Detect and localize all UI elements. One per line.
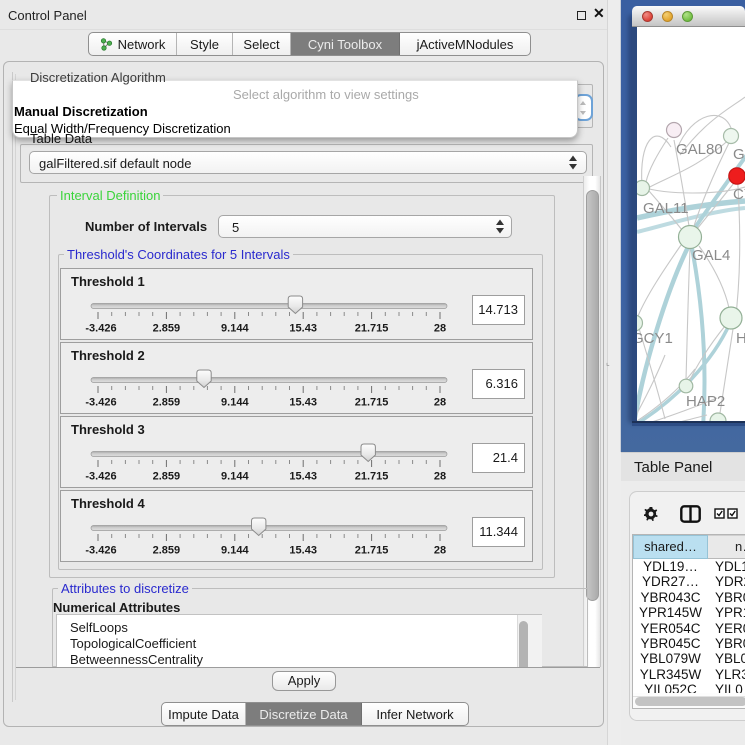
svg-text:28: 28 — [434, 323, 446, 335]
svg-text:21.715: 21.715 — [355, 545, 389, 557]
svg-text:28: 28 — [434, 471, 446, 483]
svg-text:2.859: 2.859 — [153, 545, 181, 557]
svg-text:9.144: 9.144 — [221, 397, 249, 409]
svg-text:GCY1: GCY1 — [637, 330, 673, 347]
svg-text:9.144: 9.144 — [221, 323, 249, 335]
svg-text:-3.426: -3.426 — [85, 545, 116, 557]
svg-text:15.43: 15.43 — [289, 545, 317, 557]
svg-text:-3.426: -3.426 — [85, 471, 116, 483]
svg-text:9.144: 9.144 — [221, 545, 249, 557]
svg-text:15.43: 15.43 — [289, 397, 317, 409]
svg-text:-3.426: -3.426 — [85, 323, 116, 335]
svg-text:2.859: 2.859 — [153, 471, 181, 483]
svg-text:GA: GA — [733, 146, 745, 163]
svg-text:CY: CY — [733, 186, 745, 203]
svg-text:21.715: 21.715 — [355, 397, 389, 409]
svg-text:28: 28 — [434, 545, 446, 557]
svg-text:GAL4: GAL4 — [692, 247, 730, 264]
svg-text:-3.426: -3.426 — [85, 397, 116, 409]
svg-text:2.859: 2.859 — [153, 323, 181, 335]
svg-text:9.144: 9.144 — [221, 471, 249, 483]
svg-text:21.715: 21.715 — [355, 471, 389, 483]
svg-text:GAL11: GAL11 — [643, 200, 689, 217]
svg-text:HAP2: HAP2 — [686, 393, 725, 410]
svg-text:GAL80: GAL80 — [676, 141, 723, 158]
svg-text:15.43: 15.43 — [289, 471, 317, 483]
svg-text:HA: HA — [736, 330, 745, 347]
svg-text:2.859: 2.859 — [153, 397, 181, 409]
svg-text:21.715: 21.715 — [355, 323, 389, 335]
svg-text:28: 28 — [434, 397, 446, 409]
svg-text:15.43: 15.43 — [289, 323, 317, 335]
